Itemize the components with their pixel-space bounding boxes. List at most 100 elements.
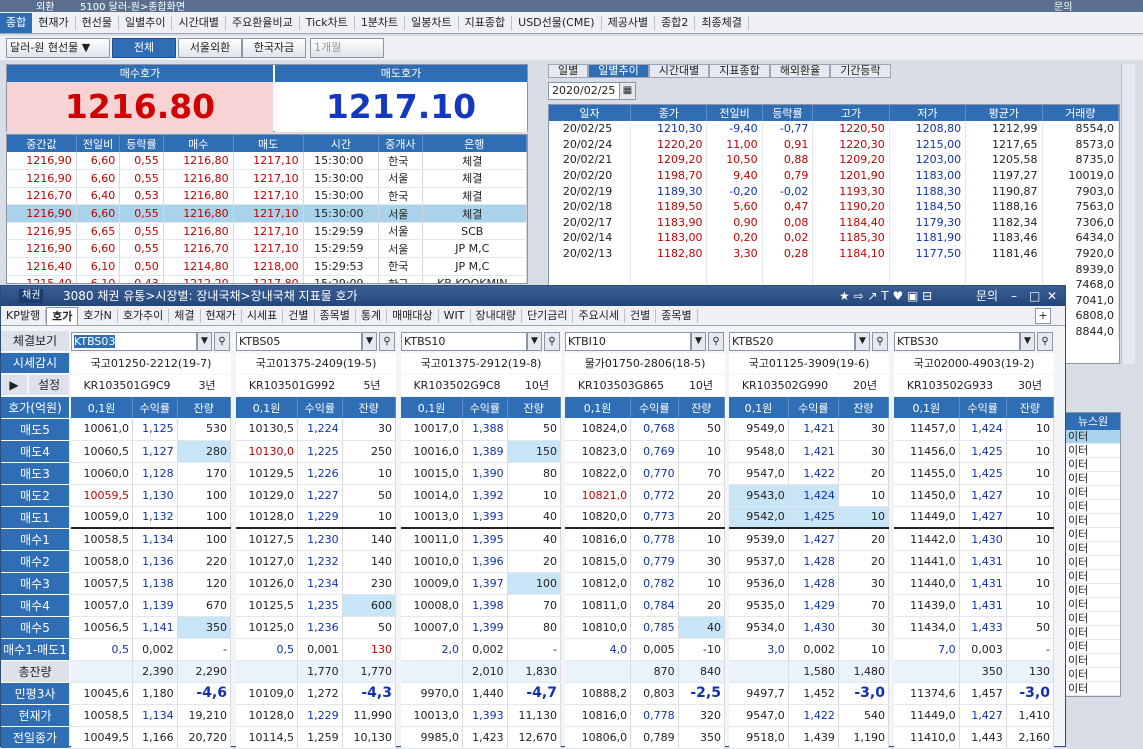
table-row[interactable]: 10125,0 1,236 50 xyxy=(236,616,397,639)
news-item[interactable]: 이터 xyxy=(1066,682,1120,696)
table-row[interactable]: 10816,0 0,778 10 xyxy=(565,528,726,551)
news-item[interactable]: 이터 xyxy=(1066,500,1120,514)
table-row[interactable]: 9539,0 1,427 20 xyxy=(729,528,890,551)
right-tab-3[interactable]: 지표종합 xyxy=(709,64,770,78)
table-row[interactable]: 20/02/18 1189,50 5,60 0,47 1190,20 1184,50 118… xyxy=(549,198,1119,215)
table-row[interactable]: 10129,5 1,226 10 xyxy=(236,462,397,485)
table-row[interactable]: 1216,90 6,60 0,55 1216,80 1217,10 15:30:00 한국 체… xyxy=(7,152,527,171)
table-row[interactable]: 10060,5 1,127 280 xyxy=(71,440,232,463)
table-row[interactable]: 20/02/25 1210,30 -9,40 -0,77 1220,50 1208,80 1… xyxy=(549,121,1119,137)
news-item[interactable]: 이터 xyxy=(1066,598,1120,612)
news-item[interactable]: 이터 xyxy=(1066,556,1120,570)
table-row[interactable]: 1216,90 6,60 0,55 1216,80 1217,10 15:30:00 서울 체… xyxy=(7,204,527,223)
news-item[interactable]: 이터 xyxy=(1066,626,1120,640)
help-link[interactable]: 문의 xyxy=(1054,0,1072,12)
news-item[interactable]: 이터 xyxy=(1066,584,1120,598)
table-row[interactable]: 10011,0 1,395 40 xyxy=(401,528,562,551)
table-row[interactable]: 11450,0 1,427 10 xyxy=(894,484,1055,507)
news-item[interactable]: 이터 xyxy=(1066,514,1120,528)
table-row[interactable]: 10017,0 1,388 50 xyxy=(401,418,562,441)
table-row[interactable]: 11441,0 1,431 10 xyxy=(894,550,1055,573)
bond-tab-3[interactable]: 호가추이 xyxy=(118,308,170,323)
news-item[interactable]: 이터 xyxy=(1066,640,1120,654)
tab-12[interactable]: 종합2 xyxy=(655,15,696,30)
right-tab-1[interactable]: 일별추이 xyxy=(588,64,649,78)
table-row[interactable]: 10127,0 1,232 140 xyxy=(236,550,397,573)
bond-tab-4[interactable]: 체결 xyxy=(169,308,201,323)
table-row[interactable]: 20/02/13 1182,80 3,30 0,28 1184,10 1177,50 118… xyxy=(549,245,1119,262)
news-item[interactable]: 이터 xyxy=(1066,612,1120,626)
table-row[interactable]: 10130,5 1,224 30 xyxy=(236,418,397,441)
table-row[interactable]: 9542,0 1,425 10 xyxy=(729,506,890,529)
bond-tab-2[interactable]: 호가N xyxy=(78,308,118,323)
table-row[interactable]: 0,5 0,001 130 xyxy=(236,638,397,661)
right-tab-0[interactable]: 일별 xyxy=(548,64,589,78)
chevron-down-icon[interactable]: ▼ xyxy=(1020,332,1035,351)
close-icon[interactable]: ✕ xyxy=(1047,286,1057,306)
table-row[interactable]: 0,5 0,002- xyxy=(71,638,232,661)
table-row[interactable]: 10057,0 1,139 670 xyxy=(71,594,232,617)
table-row[interactable]: 10125,5 1,235 600 xyxy=(236,594,397,617)
tab-9[interactable]: 지표종합 xyxy=(459,15,513,30)
table-row[interactable]: 20/02/17 1183,90 0,90 0,08 1184,40 1179,30 118… xyxy=(549,214,1119,231)
help-link[interactable]: 문의 xyxy=(976,286,998,306)
table-row[interactable]: 11456,0 1,425 10 xyxy=(894,440,1055,463)
table-row[interactable]: 9534,0 1,430 30 xyxy=(729,616,890,639)
table-row[interactable]: 11449,0 1,427 10 xyxy=(894,506,1055,529)
tab-2[interactable]: 현선물 xyxy=(76,15,119,30)
right-tab-2[interactable]: 시간대별 xyxy=(648,64,710,78)
news-item[interactable]: 이터 xyxy=(1066,430,1120,444)
news-item[interactable]: 이터 xyxy=(1066,458,1120,472)
tab-6[interactable]: Tick차트 xyxy=(300,15,355,30)
bond-tab-7[interactable]: 건별 xyxy=(283,308,315,323)
filter-all-button[interactable]: 전체 xyxy=(112,38,176,58)
bond-code-input[interactable]: KTBS30 xyxy=(894,332,1020,351)
table-row[interactable]: 11455,0 1,425 10 xyxy=(894,462,1055,485)
search-icon[interactable]: ⚲ xyxy=(1037,332,1053,351)
table-row[interactable]: 10009,0 1,397 100 xyxy=(401,572,562,595)
table-row[interactable]: 10824,0 0,768 50 xyxy=(565,418,726,441)
table-row[interactable]: 11457,0 1,424 10 xyxy=(894,418,1055,441)
bond-tab-6[interactable]: 시세표 xyxy=(242,308,284,323)
product-select[interactable]: 달러-원 현선물 ▼ xyxy=(6,38,110,58)
daily-scrollbar[interactable] xyxy=(1121,64,1135,364)
table-row[interactable]: 9537,0 1,428 20 xyxy=(729,550,890,573)
bond-tab-13[interactable]: 단기금리 xyxy=(522,308,574,323)
bond-tab-5[interactable]: 현재가 xyxy=(201,308,242,323)
table-row[interactable]: 10008,0 1,398 70 xyxy=(401,594,562,617)
tab-11[interactable]: 제공사별 xyxy=(602,15,656,30)
table-row[interactable]: 7,0 0,003- xyxy=(894,638,1055,661)
table-row[interactable]: 10010,0 1,396 20 xyxy=(401,550,562,573)
table-row[interactable]: 10126,0 1,234 230 xyxy=(236,572,397,595)
table-row[interactable]: 20/02/14 1183,00 0,20 0,02 1185,30 1181,90 118… xyxy=(549,230,1119,246)
bond-tab-10[interactable]: 매매대상 xyxy=(387,308,439,323)
table-row[interactable]: 11442,0 1,430 10 xyxy=(894,528,1055,551)
news-item[interactable]: 이터 xyxy=(1066,654,1120,668)
bond-code-input[interactable]: KTBS03 xyxy=(71,332,197,351)
bond-tab-9[interactable]: 통계 xyxy=(356,308,388,323)
month-select[interactable]: 1개월 xyxy=(310,38,384,58)
calendar-icon[interactable]: ▦ xyxy=(619,82,636,100)
play-icon[interactable]: ▶ xyxy=(1,375,27,396)
tab-4[interactable]: 시간대별 xyxy=(172,15,226,30)
tab-1[interactable]: 현재가 xyxy=(32,15,76,30)
table-row[interactable]: 1216,40 6,10 0,50 1214,80 1218,00 15:29:53 한국 J… xyxy=(7,257,527,276)
table-row[interactable]: 10059,0 1,132 100 xyxy=(71,506,232,529)
table-row[interactable]: 11439,0 1,431 10 xyxy=(894,594,1055,617)
bond-tab-15[interactable]: 건별 xyxy=(625,308,657,323)
table-row[interactable]: 1216,95 6,65 0,55 1216,80 1217,10 15:29:59 서울 S… xyxy=(7,222,527,241)
bond-tab-8[interactable]: 종목별 xyxy=(315,308,356,323)
bond-tab-14[interactable]: 주요시세 xyxy=(573,308,625,323)
news-item[interactable]: 이터 xyxy=(1066,444,1120,458)
table-row[interactable]: 9548,0 1,421 30 xyxy=(729,440,890,463)
table-row[interactable]: 10014,0 1,392 10 xyxy=(401,484,562,507)
bond-tab-16[interactable]: 종목별 xyxy=(656,308,698,323)
table-row[interactable]: 10820,0 0,773 20 xyxy=(565,506,726,529)
table-row[interactable]: 10058,0 1,136 220 xyxy=(71,550,232,573)
table-row[interactable]: 10810,0 0,785 40 xyxy=(565,616,726,639)
table-row[interactable]: 10058,5 1,134 100 xyxy=(71,528,232,551)
table-row[interactable]: 10127,5 1,230 140 xyxy=(236,528,397,551)
news-item[interactable]: 이터 xyxy=(1066,528,1120,542)
chevron-down-icon[interactable]: ▼ xyxy=(362,332,377,351)
table-row[interactable]: 3,0 0,002 10 xyxy=(729,638,890,661)
